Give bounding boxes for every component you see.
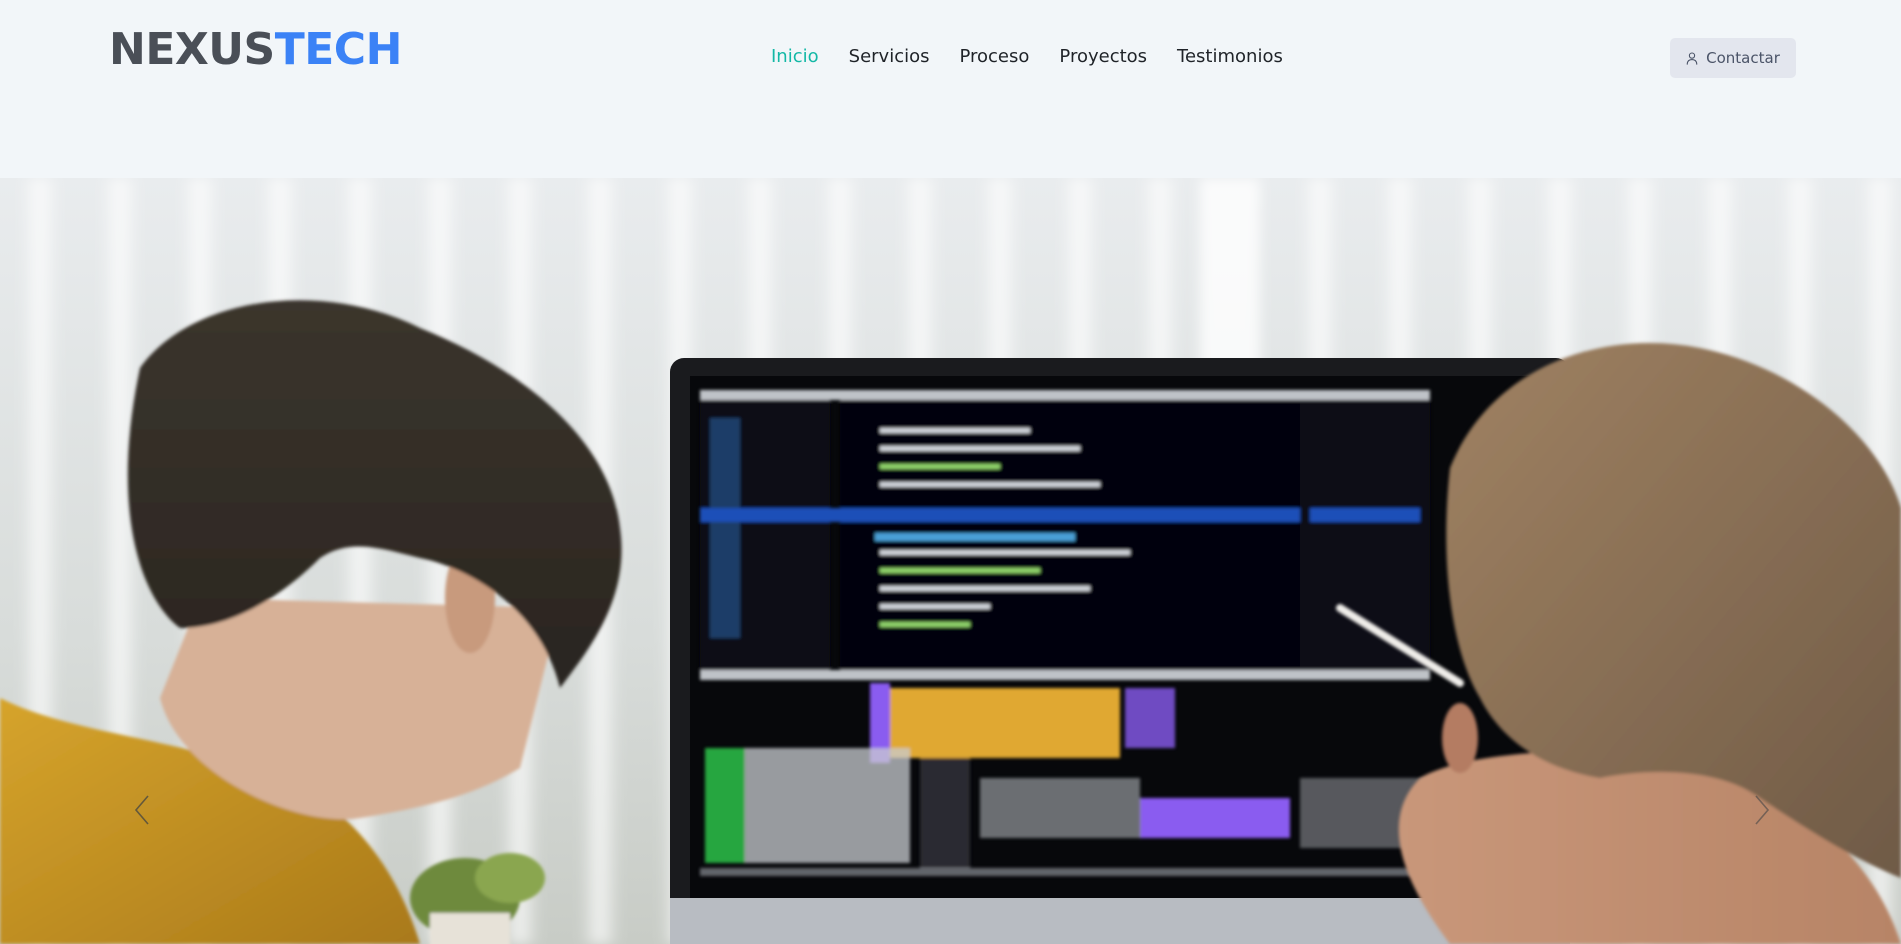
site-header: NEXUSTECH Inicio Servicios Proceso Proye… <box>0 0 1901 178</box>
hero-carousel <box>0 178 1901 944</box>
contact-button[interactable]: Contactar <box>1670 38 1796 78</box>
brand-logo-part2: TECH <box>274 24 403 75</box>
nav-item-inicio[interactable]: Inicio <box>771 44 819 70</box>
chevron-right-icon <box>1755 795 1770 825</box>
hero-image <box>0 178 1901 944</box>
user-icon <box>1686 51 1698 65</box>
contact-button-label: Contactar <box>1706 49 1780 67</box>
nav-item-proceso[interactable]: Proceso <box>959 44 1029 70</box>
nav-item-testimonios[interactable]: Testimonios <box>1177 44 1283 70</box>
main-nav: Inicio Servicios Proceso Proyectos Testi… <box>771 44 1283 70</box>
chevron-left-icon <box>134 795 149 825</box>
carousel-next-button[interactable] <box>1746 790 1776 830</box>
brand-logo-part1: NEXUS <box>109 24 275 75</box>
carousel-prev-button[interactable] <box>128 790 158 830</box>
brand-logo[interactable]: NEXUSTECH <box>109 22 402 78</box>
nav-item-servicios[interactable]: Servicios <box>849 44 930 70</box>
nav-item-proyectos[interactable]: Proyectos <box>1059 44 1147 70</box>
